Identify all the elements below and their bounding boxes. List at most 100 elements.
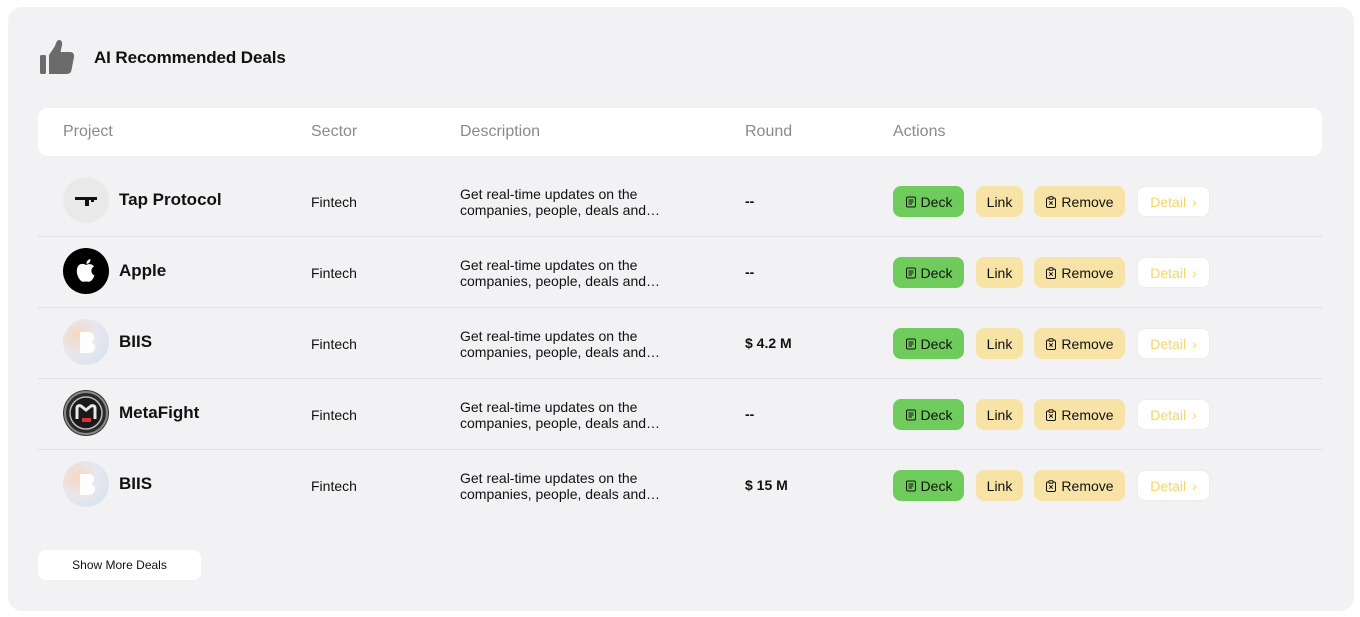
link-label: Link: [986, 477, 1013, 494]
project-name: Tap Protocol: [119, 190, 222, 209]
remove-button[interactable]: Remove: [1034, 328, 1125, 359]
chevron-right-icon: ›: [1192, 335, 1197, 352]
deck-button[interactable]: Deck: [893, 470, 964, 501]
sector-cell: Fintech: [311, 265, 357, 281]
link-label: Link: [986, 264, 1013, 281]
round-cell: --: [745, 406, 755, 422]
table-row: BIIS Fintech Get real-time updates on th…: [38, 308, 1322, 379]
remove-button[interactable]: Remove: [1034, 399, 1125, 430]
link-button[interactable]: Link: [976, 257, 1023, 288]
link-button[interactable]: Link: [976, 399, 1023, 430]
link-button[interactable]: Link: [976, 186, 1023, 217]
link-button[interactable]: Link: [976, 328, 1023, 359]
link-label: Link: [986, 406, 1013, 423]
description-cell: Get real-time updates on the companies, …: [460, 257, 700, 289]
deck-label: Deck: [920, 193, 953, 210]
deck-button[interactable]: Deck: [893, 186, 964, 217]
remove-button[interactable]: Remove: [1034, 257, 1125, 288]
column-header-sector: Sector: [311, 123, 358, 140]
table-row: Tap Protocol Fintech Get real-time updat…: [38, 166, 1322, 237]
clipboard-x-icon: [1045, 195, 1057, 208]
remove-label: Remove: [1061, 193, 1114, 210]
deck-button[interactable]: Deck: [893, 257, 964, 288]
remove-button[interactable]: Remove: [1034, 470, 1125, 501]
sector-cell: Fintech: [311, 407, 357, 423]
description-line: companies, people, deals and…: [460, 344, 661, 360]
clipboard-x-icon: [1045, 337, 1057, 350]
detail-label: Detail: [1150, 264, 1187, 281]
round-cell: $ 4.2 M: [745, 335, 792, 351]
description-line: companies, people, deals and…: [460, 273, 661, 289]
remove-label: Remove: [1061, 264, 1114, 281]
chevron-right-icon: ›: [1192, 406, 1197, 423]
remove-button[interactable]: Remove: [1034, 186, 1125, 217]
description-line: companies, people, deals and…: [460, 415, 661, 431]
description-line: Get real-time updates on the: [460, 328, 638, 344]
table-row: Apple Fintech Get real-time updates on t…: [38, 237, 1322, 308]
round-cell: --: [745, 193, 755, 209]
deck-label: Deck: [920, 335, 953, 352]
description-line: Get real-time updates on the: [460, 399, 638, 415]
description-line: Get real-time updates on the: [460, 186, 638, 202]
tap-protocol-logo: [63, 177, 109, 223]
remove-label: Remove: [1061, 477, 1114, 494]
document-icon: [905, 480, 917, 492]
document-icon: [905, 338, 917, 350]
column-header-project: Project: [63, 123, 113, 140]
description-cell: Get real-time updates on the companies, …: [460, 470, 700, 502]
detail-button[interactable]: Detail ›: [1137, 257, 1210, 288]
deck-label: Deck: [920, 264, 953, 281]
apple-logo: [63, 248, 109, 294]
document-icon: [905, 196, 917, 208]
deals-table-body: Tap Protocol Fintech Get real-time updat…: [38, 166, 1322, 521]
project-name: MetaFight: [119, 403, 200, 422]
detail-button[interactable]: Detail ›: [1137, 328, 1210, 359]
project-name: BIIS: [119, 474, 153, 493]
round-cell: --: [745, 264, 755, 280]
clipboard-x-icon: [1045, 479, 1057, 492]
card-header: AI Recommended Deals: [38, 38, 286, 78]
description-cell: Get real-time updates on the companies, …: [460, 186, 700, 218]
column-header-round: Round: [745, 123, 793, 140]
round-cell: $ 15 M: [745, 477, 788, 493]
sector-cell: Fintech: [311, 336, 357, 352]
detail-label: Detail: [1150, 335, 1187, 352]
chevron-right-icon: ›: [1192, 477, 1197, 494]
document-icon: [905, 409, 917, 421]
project-name: BIIS: [119, 332, 153, 351]
link-button[interactable]: Link: [976, 470, 1023, 501]
show-more-deals-button[interactable]: Show More Deals: [38, 550, 201, 580]
deck-label: Deck: [920, 406, 953, 423]
table-row: MetaFight Fintech Get real-time updates …: [38, 379, 1322, 450]
thumbs-up-icon: [38, 38, 76, 78]
detail-button[interactable]: Detail ›: [1137, 399, 1210, 430]
remove-label: Remove: [1061, 335, 1114, 352]
metafight-logo: [63, 390, 109, 436]
ai-recommended-deals-card: AI Recommended Deals Project Sector Desc…: [8, 7, 1354, 611]
description-cell: Get real-time updates on the companies, …: [460, 328, 700, 360]
detail-button[interactable]: Detail ›: [1137, 470, 1210, 501]
detail-label: Detail: [1150, 193, 1187, 210]
link-label: Link: [986, 335, 1013, 352]
clipboard-x-icon: [1045, 266, 1057, 279]
detail-label: Detail: [1150, 406, 1187, 423]
column-header-actions: Actions: [893, 123, 946, 140]
chevron-right-icon: ›: [1192, 264, 1197, 281]
biis-logo: [63, 319, 109, 365]
clipboard-x-icon: [1045, 408, 1057, 421]
column-header-description: Description: [460, 123, 541, 140]
detail-button[interactable]: Detail ›: [1137, 186, 1210, 217]
chevron-right-icon: ›: [1192, 193, 1197, 210]
biis-logo: [63, 461, 109, 507]
description-line: companies, people, deals and…: [460, 202, 661, 218]
deck-button[interactable]: Deck: [893, 399, 964, 430]
link-label: Link: [986, 193, 1013, 210]
description-line: Get real-time updates on the: [460, 470, 638, 486]
sector-cell: Fintech: [311, 194, 357, 210]
card-title: AI Recommended Deals: [94, 48, 286, 67]
document-icon: [905, 267, 917, 279]
deck-button[interactable]: Deck: [893, 328, 964, 359]
sector-cell: Fintech: [311, 478, 357, 494]
table-row: BIIS Fintech Get real-time updates on th…: [38, 450, 1322, 521]
remove-label: Remove: [1061, 406, 1114, 423]
